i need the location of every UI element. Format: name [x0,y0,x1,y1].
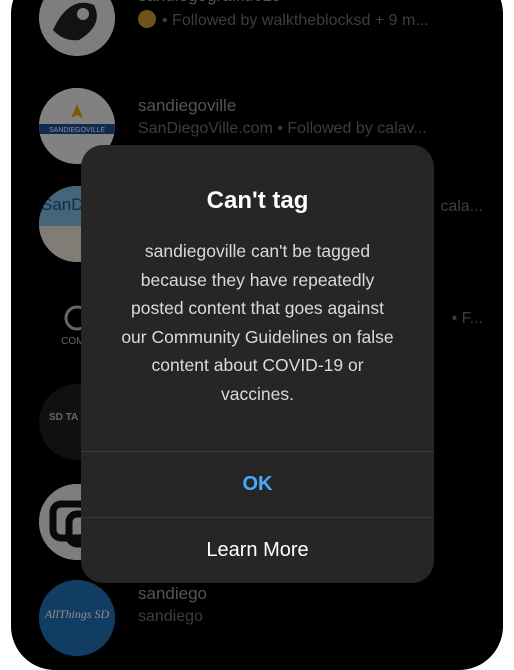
cant-tag-dialog: Can't tag sandiegoville can't be tagged … [81,145,434,583]
dialog-title: Can't tag [206,187,309,214]
ok-button[interactable]: OK [81,451,434,517]
learn-more-button[interactable]: Learn More [81,517,434,583]
dialog-message: sandiegoville can't be tagged because th… [121,241,394,404]
